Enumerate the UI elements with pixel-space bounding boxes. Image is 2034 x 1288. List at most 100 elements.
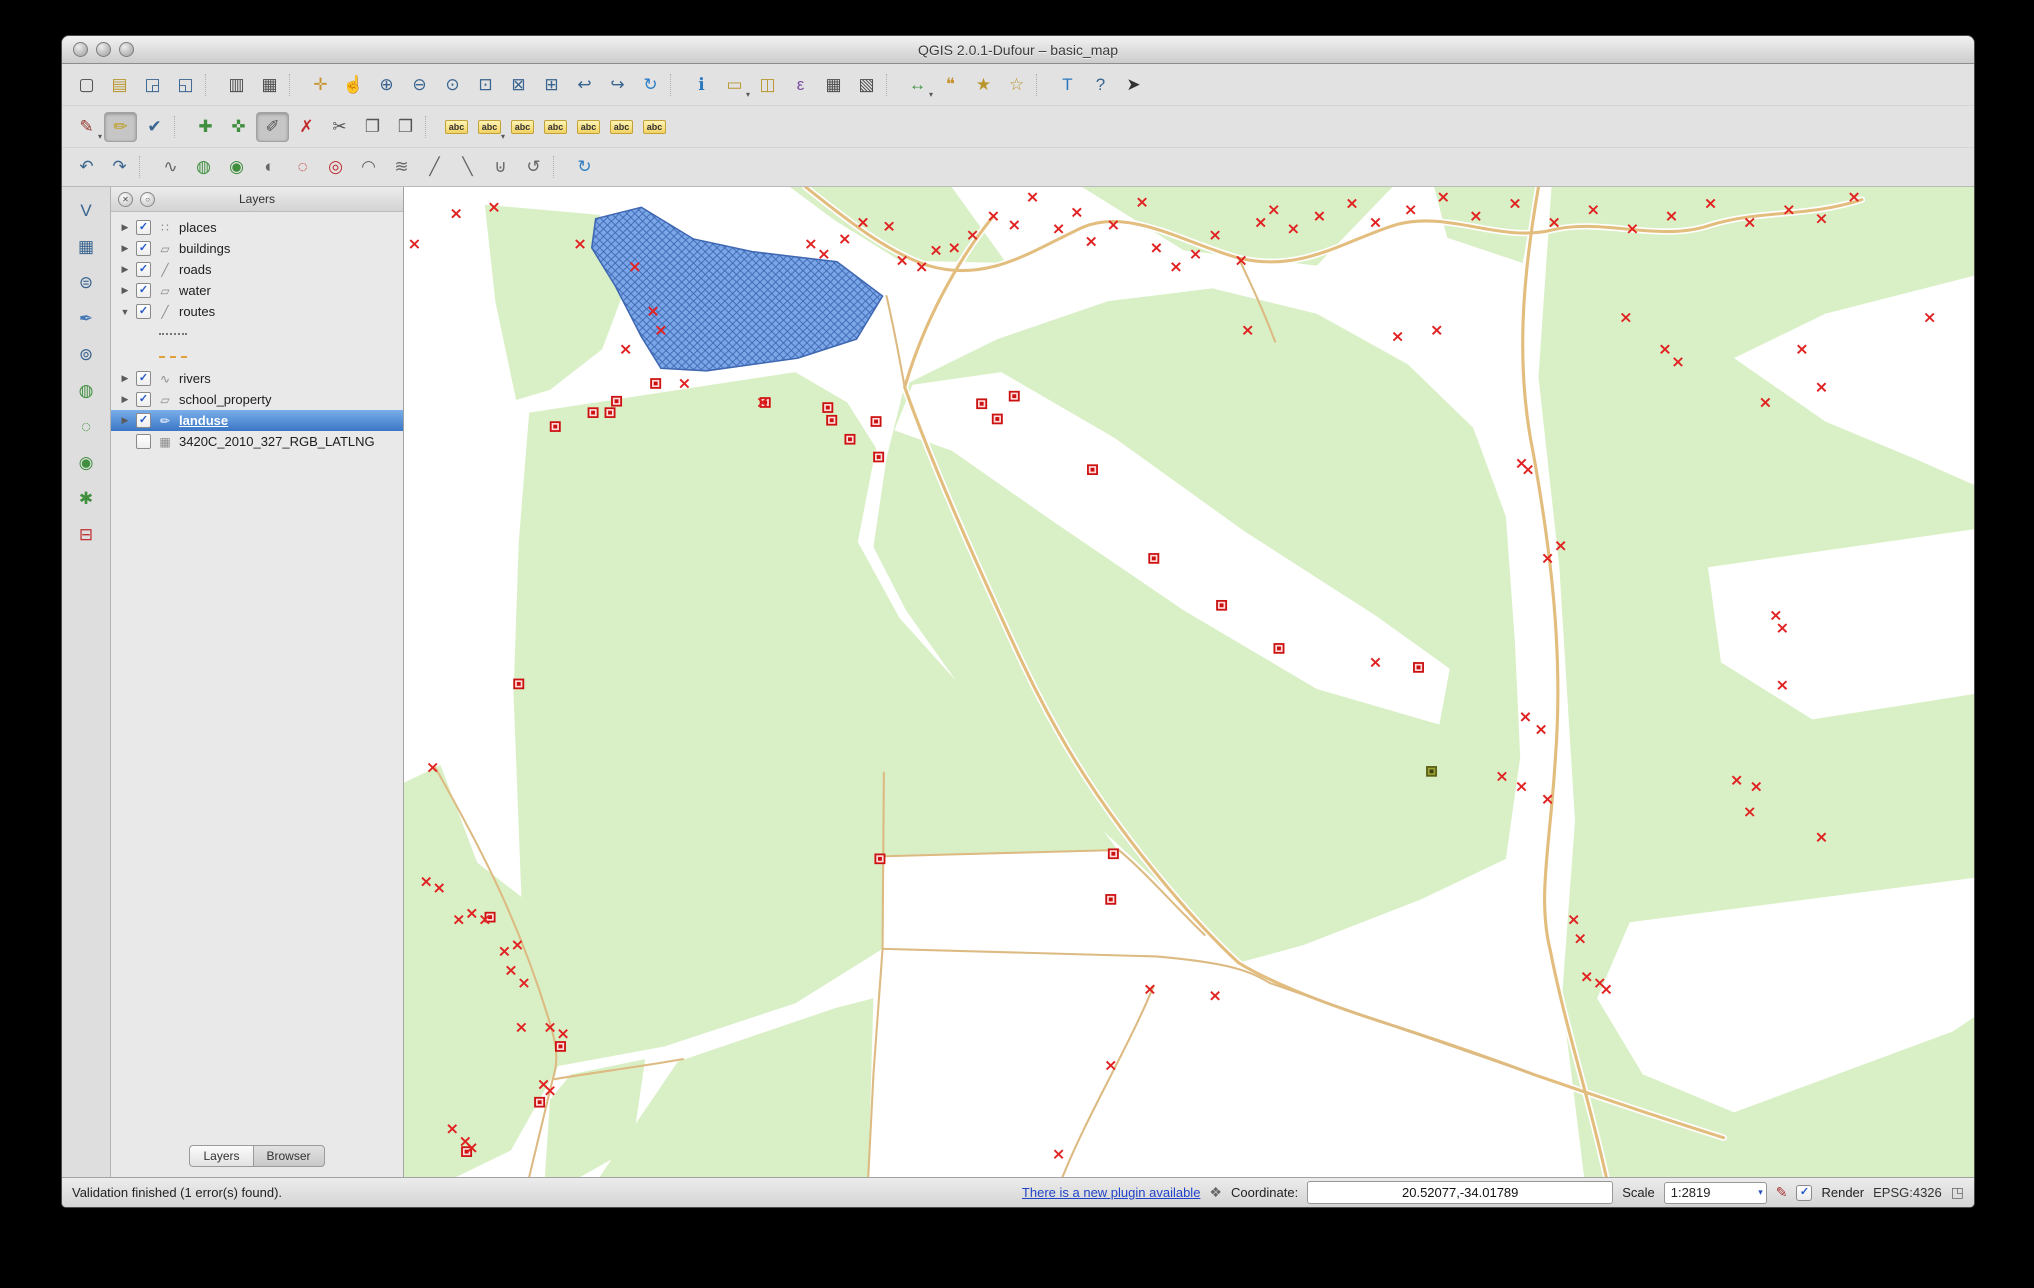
composer-manager-button[interactable]: ▦ [254, 71, 285, 99]
reload-edits-button[interactable]: ↻ [569, 153, 600, 181]
combo-arrow-icon[interactable]: ▾ [1758, 1187, 1763, 1198]
toggle-editing-button[interactable]: ✏ [104, 112, 137, 142]
add-postgis-layer-button[interactable]: ⊜ [69, 269, 103, 297]
add-part-button[interactable]: ◉ [221, 153, 252, 181]
layer-visibility-checkbox[interactable]: ✓ [136, 262, 151, 277]
plugin-link[interactable]: There is a new plugin available [1022, 1185, 1201, 1200]
delete-part-button[interactable]: ◎ [320, 153, 351, 181]
select-by-expression-button[interactable]: ε [785, 71, 816, 99]
crs-status-icon[interactable]: ◳ [1951, 1184, 1964, 1201]
text-annotation-button[interactable]: T [1052, 71, 1083, 99]
layer-item-buildings[interactable]: ▶✓▱buildings [111, 238, 403, 259]
tab-browser[interactable]: Browser [253, 1145, 325, 1167]
split-features-button[interactable]: ╱ [419, 153, 450, 181]
delete-ring-button[interactable]: ◌ [287, 153, 318, 181]
help-button[interactable]: ? [1085, 71, 1116, 99]
new-shapefile-layer-button[interactable]: ✱ [69, 485, 103, 513]
add-ring-button[interactable]: ◍ [188, 153, 219, 181]
open-attribute-table-button[interactable]: ▦ [818, 71, 849, 99]
delete-selected-button[interactable]: ✗ [291, 113, 322, 141]
add-mssql-layer-button[interactable]: ⊚ [69, 341, 103, 369]
label-add-button[interactable]: abc [441, 113, 472, 141]
label-properties-dropdown-icon[interactable]: ▾ [501, 132, 505, 141]
pan-map-to-selection-button[interactable]: ☝ [338, 71, 369, 99]
layer-visibility-checkbox[interactable]: ✓ [136, 304, 151, 319]
select-features-dropdown-icon[interactable]: ▾ [746, 90, 750, 99]
add-vector-layer-button[interactable]: V [69, 197, 103, 225]
copy-features-button[interactable]: ❐ [357, 113, 388, 141]
expander-icon[interactable]: ▶ [120, 415, 130, 426]
draw-icon[interactable]: ✎ [1776, 1184, 1788, 1201]
fill-ring-button[interactable]: ◐ [254, 153, 285, 181]
measure-button[interactable]: ↔▾ [902, 71, 933, 99]
layer-item-school_property[interactable]: ▶✓▱school_property [111, 389, 403, 410]
current-edits-dropdown-icon[interactable]: ▾ [98, 132, 102, 141]
map-canvas[interactable] [404, 187, 1974, 1177]
select-features-button[interactable]: ▭▾ [719, 71, 750, 99]
zoom-last-button[interactable]: ↩ [569, 71, 600, 99]
new-print-composer-button[interactable]: ▥ [221, 71, 252, 99]
paste-features-button[interactable]: ❒ [390, 113, 421, 141]
label-show-hide-button[interactable]: abc [540, 113, 571, 141]
coordinate-input[interactable] [1307, 1181, 1613, 1204]
redo-button[interactable]: ↷ [104, 153, 135, 181]
expander-icon[interactable]: ▼ [120, 307, 130, 317]
expander-icon[interactable]: ▶ [120, 373, 130, 384]
identify-features-button[interactable]: ℹ [686, 71, 717, 99]
close-button[interactable] [73, 42, 88, 57]
plugin-icon[interactable]: ❖ [1209, 1184, 1222, 1201]
expander-icon[interactable]: ▶ [120, 394, 130, 405]
add-wfs-layer-button[interactable]: ◉ [69, 449, 103, 477]
layer-visibility-checkbox[interactable] [136, 434, 151, 449]
reshape-features-button[interactable]: ◠ [353, 153, 384, 181]
new-project-button[interactable]: ▢ [71, 71, 102, 99]
node-tool-button[interactable]: ✐ [256, 112, 289, 142]
label-settings-button[interactable]: abc [639, 113, 670, 141]
add-wms-layer-button[interactable]: ◍ [69, 377, 103, 405]
layer-item-rivers[interactable]: ▶✓∿rivers [111, 368, 403, 389]
add-raster-layer-button[interactable]: ▦ [69, 233, 103, 261]
layer-item-landuse[interactable]: ▶✓✏landuse [111, 410, 403, 431]
new-bookmark-button[interactable]: ★ [968, 71, 999, 99]
label-rotate-button[interactable]: abc [606, 113, 637, 141]
simplify-feature-button[interactable]: ∿ [155, 153, 186, 181]
layer-item-water[interactable]: ▶✓▱water [111, 280, 403, 301]
layer-visibility-checkbox[interactable]: ✓ [136, 283, 151, 298]
zoom-native-button[interactable]: ⊙ [437, 71, 468, 99]
tab-layers[interactable]: Layers [189, 1145, 252, 1167]
remove-layer-button[interactable]: ⊟ [69, 521, 103, 549]
whats-this-button[interactable]: ➤ [1118, 71, 1149, 99]
zoom-to-selection-button[interactable]: ⊠ [503, 71, 534, 99]
merge-features-button[interactable]: ⊍ [485, 153, 516, 181]
expander-icon[interactable]: ▶ [120, 243, 130, 254]
zoom-in-button[interactable]: ⊕ [371, 71, 402, 99]
zoom-to-layer-button[interactable]: ⊞ [536, 71, 567, 99]
label-properties-button[interactable]: abc▾ [474, 113, 505, 141]
minimize-button[interactable] [96, 42, 111, 57]
layer-item-roads[interactable]: ▶✓╱roads [111, 259, 403, 280]
pan-map-button[interactable]: ✛ [305, 71, 336, 99]
open-project-button[interactable]: ▤ [104, 71, 135, 99]
map-refresh-button[interactable]: ↻ [635, 71, 666, 99]
undo-button[interactable]: ↶ [71, 153, 102, 181]
layer-visibility-checkbox[interactable]: ✓ [136, 220, 151, 235]
scale-combo[interactable]: 1:2819 ▾ [1664, 1182, 1767, 1204]
add-spatialite-layer-button[interactable]: ✒ [69, 305, 103, 333]
map-tips-button[interactable]: ❝ [935, 71, 966, 99]
zoom-button[interactable] [119, 42, 134, 57]
offset-curve-button[interactable]: ≋ [386, 153, 417, 181]
layer-visibility-checkbox[interactable]: ✓ [136, 371, 151, 386]
layer-visibility-checkbox[interactable]: ✓ [136, 392, 151, 407]
current-edits-button[interactable]: ✎▾ [71, 113, 102, 141]
save-project-button[interactable]: ◲ [137, 71, 168, 99]
zoom-next-button[interactable]: ↪ [602, 71, 633, 99]
save-project-as-button[interactable]: ◱ [170, 71, 201, 99]
deselect-features-button[interactable]: ◫ [752, 71, 783, 99]
render-checkbox[interactable]: ✓ [1796, 1185, 1812, 1201]
add-feature-button[interactable]: ✚ [190, 113, 221, 141]
show-bookmarks-button[interactable]: ☆ [1001, 71, 1032, 99]
expander-icon[interactable]: ▶ [120, 222, 130, 233]
cut-features-button[interactable]: ✂ [324, 113, 355, 141]
layer-item-places[interactable]: ▶✓∷places [111, 217, 403, 238]
save-layer-edits-button[interactable]: ✔ [139, 113, 170, 141]
